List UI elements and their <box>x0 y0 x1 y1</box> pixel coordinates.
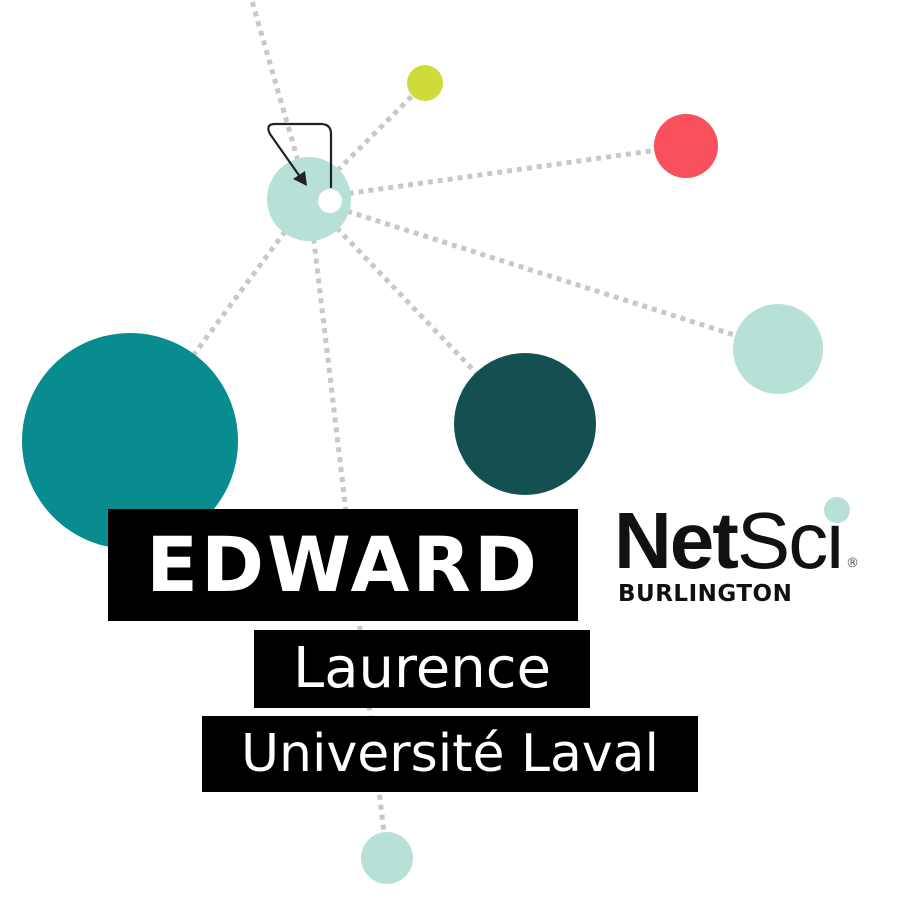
node-mint-bottom <box>361 832 413 884</box>
logo-dot-icon <box>824 497 850 523</box>
logo-wordmark: NetSci <box>614 496 844 586</box>
netsci-logo: NetSci BURLINGTON ® <box>608 494 874 618</box>
first-name-label: Laurence <box>254 630 590 708</box>
hub-anchor-dot <box>318 189 342 213</box>
logo-subtitle: BURLINGTON <box>618 581 793 607</box>
edge-hub-coral <box>308 143 687 202</box>
node-dark-teal <box>454 353 596 495</box>
logo-net-text: Net <box>614 496 739 585</box>
surname-label: EDWARD <box>108 509 578 621</box>
badge-card: EDWARD Laurence Université Laval NetSci … <box>0 0 900 900</box>
affiliation-label: Université Laval <box>202 716 698 792</box>
node-mint-right <box>733 304 823 394</box>
registered-mark: ® <box>846 556 859 571</box>
node-lime <box>407 65 443 101</box>
node-coral <box>654 114 718 178</box>
